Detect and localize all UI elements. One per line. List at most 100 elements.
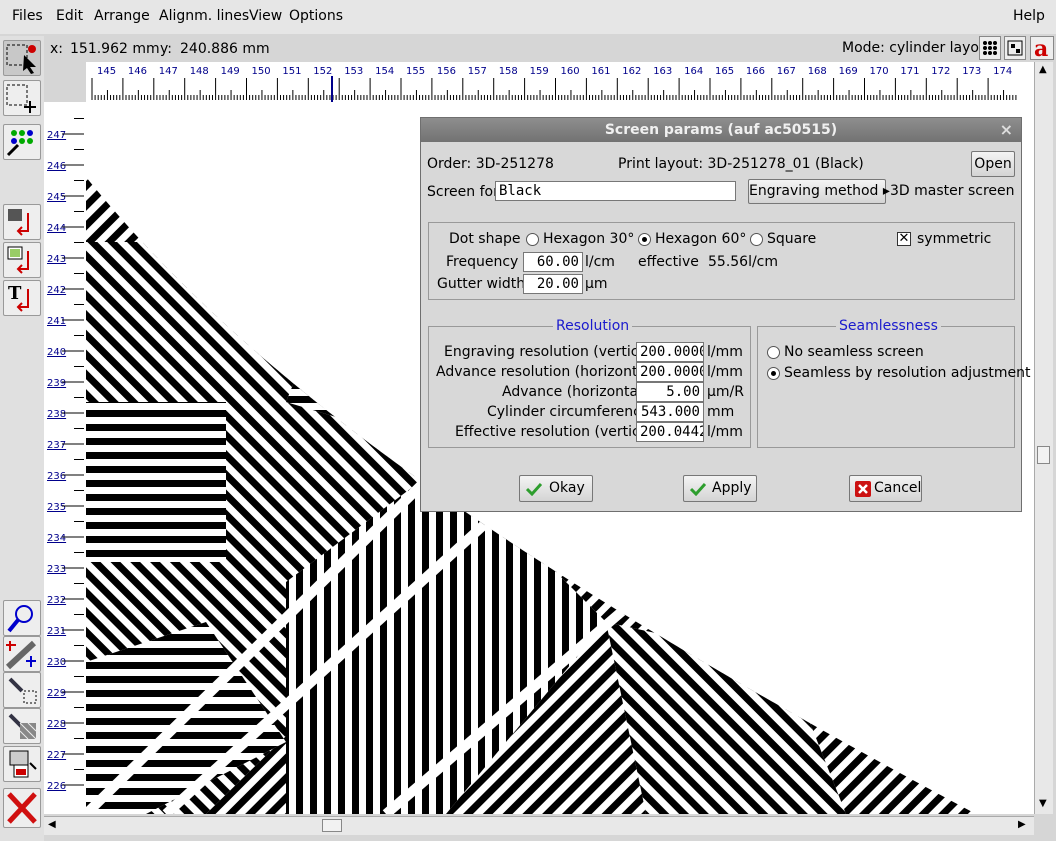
- advance-label: Advance (horizontal): [502, 384, 648, 400]
- hruler-label: 158: [499, 66, 518, 77]
- cylinder-circumference-input[interactable]: 543.000: [636, 402, 704, 422]
- hruler-label: 157: [468, 66, 487, 77]
- vertical-scroll-thumb[interactable]: [1037, 446, 1050, 464]
- apply-label: Apply: [712, 480, 752, 496]
- menu-edit[interactable]: Edit: [56, 8, 83, 24]
- hruler-label: 153: [344, 66, 363, 77]
- left-toolbar: T: [0, 36, 44, 841]
- engraving-method-value: 3D master screen: [890, 183, 1015, 199]
- vruler-label: 247: [47, 130, 66, 141]
- radio-square[interactable]: [750, 233, 763, 246]
- frequency-unit: l/cm: [585, 254, 615, 270]
- okay-button[interactable]: Okay: [519, 475, 593, 502]
- hruler-label: 174: [993, 66, 1012, 77]
- measure-icon[interactable]: [3, 636, 41, 672]
- radio-seamless-resolution[interactable]: [767, 367, 780, 380]
- vruler-label: 246: [47, 161, 66, 172]
- zoom-icon[interactable]: [3, 600, 41, 636]
- menu-alignm-lines[interactable]: Alignm. lines: [159, 8, 249, 24]
- hruler-label: 151: [282, 66, 301, 77]
- vertical-ruler-scale: 247 246 245 244 243 242 241 240 239 238 237 236 235 2…: [47, 118, 84, 792]
- symmetric-label: symmetric: [917, 231, 992, 247]
- scroll-left-icon[interactable]: ◀: [48, 819, 56, 830]
- hruler-label: 154: [375, 66, 394, 77]
- hruler-label: 170: [870, 66, 889, 77]
- svg-text:T: T: [8, 283, 22, 304]
- cancel-button[interactable]: Cancel: [849, 475, 922, 502]
- vertical-scrollbar[interactable]: ▲ ▼: [1034, 62, 1053, 814]
- vruler-label: 229: [47, 688, 66, 699]
- dot-grid-mode-icon[interactable]: [979, 36, 1001, 60]
- radio-hexagon-60[interactable]: [638, 233, 651, 246]
- no-seamless-label: No seamless screen: [784, 344, 924, 360]
- layer-color-icon[interactable]: [3, 746, 41, 782]
- color-dot-tool-icon[interactable]: [3, 124, 41, 160]
- select-tool-icon[interactable]: [3, 40, 41, 76]
- vruler-label: 230: [47, 657, 66, 668]
- move-image-icon[interactable]: [3, 204, 41, 240]
- checkmark-icon: [526, 482, 542, 496]
- advance-resolution-label: Advance resolution (horizontal): [436, 364, 656, 380]
- menu-help[interactable]: Help: [1013, 8, 1045, 24]
- text-a-icon[interactable]: a: [1030, 36, 1054, 62]
- vruler-label: 242: [47, 285, 66, 296]
- frequency-input[interactable]: 60.00: [523, 252, 583, 272]
- vruler-label: 236: [47, 471, 66, 482]
- gutter-width-unit: µm: [585, 276, 608, 292]
- seamlessness-title: Seamlessness: [836, 318, 941, 334]
- effective-resolution-input[interactable]: 200.0442: [636, 422, 704, 442]
- menu-arrange[interactable]: Arrange: [94, 8, 150, 24]
- advance-unit: µm/R: [707, 384, 744, 400]
- radio-hexagon-30[interactable]: [526, 233, 539, 246]
- gutter-width-input[interactable]: 20.00: [523, 274, 583, 294]
- move-text-icon[interactable]: T: [3, 280, 41, 316]
- engraving-method-button[interactable]: Engraving method ▸: [748, 179, 890, 204]
- apply-button[interactable]: Apply: [683, 475, 757, 502]
- radio-no-seamless[interactable]: [767, 346, 780, 359]
- scroll-down-icon[interactable]: ▼: [1039, 798, 1047, 809]
- hruler-label: 145: [97, 66, 116, 77]
- engraving-resolution-input[interactable]: 200.0000: [636, 342, 704, 362]
- hruler-label: 168: [808, 66, 827, 77]
- effective-value: 55.56l/cm: [708, 254, 779, 270]
- horizontal-scrollbar[interactable]: ◀ ▶: [44, 816, 1034, 835]
- advance-resolution-unit: l/mm: [707, 364, 743, 380]
- x-value: 151.962 mm: [70, 41, 160, 57]
- scroll-right-icon[interactable]: ▶: [1018, 819, 1026, 830]
- screen-for-input[interactable]: Black: [495, 181, 736, 201]
- advance-input[interactable]: 5.00: [636, 382, 704, 402]
- screen-for-label: Screen for: [427, 184, 499, 200]
- vruler-label: 239: [47, 378, 66, 389]
- hruler-label: 165: [715, 66, 734, 77]
- hruler-label: 166: [746, 66, 765, 77]
- delete-icon[interactable]: [3, 788, 41, 828]
- add-selection-icon[interactable]: [3, 80, 41, 116]
- pipette-icon[interactable]: [3, 672, 41, 708]
- mode-label: Mode: cylinder layout: [842, 40, 994, 56]
- scroll-up-icon[interactable]: ▲: [1039, 64, 1047, 75]
- effective-label: effective: [638, 254, 699, 270]
- hruler-label: 152: [313, 66, 332, 77]
- dialog-title-bar[interactable]: Screen params (auf ac50515) ×: [421, 118, 1021, 142]
- hruler-label: 146: [128, 66, 147, 77]
- screen-pattern-icon[interactable]: [1004, 36, 1026, 60]
- vruler-label: 226: [47, 781, 66, 792]
- symmetric-checkbox[interactable]: ✕: [897, 232, 911, 246]
- fill-pattern-icon[interactable]: [3, 708, 41, 744]
- vruler-label: 227: [47, 750, 66, 761]
- menu-view[interactable]: View: [249, 8, 282, 24]
- move-object-icon[interactable]: [3, 242, 41, 278]
- hruler-label: 155: [406, 66, 425, 77]
- seamless-resolution-label: Seamless by resolution adjustment: [784, 365, 1031, 381]
- horizontal-scroll-thumb[interactable]: [322, 819, 342, 832]
- open-button[interactable]: Open: [971, 151, 1015, 177]
- vruler-label: 235: [47, 502, 66, 513]
- advance-resolution-input[interactable]: 200.0000: [636, 362, 704, 382]
- menu-files[interactable]: Files: [12, 8, 43, 24]
- resolution-title: Resolution: [553, 318, 633, 334]
- hexagon-60-label: Hexagon 60°: [655, 231, 747, 247]
- close-icon[interactable]: ×: [1000, 118, 1013, 142]
- hruler-label: 147: [159, 66, 178, 77]
- menu-options[interactable]: Options: [289, 8, 343, 24]
- x-label: x:: [50, 41, 64, 57]
